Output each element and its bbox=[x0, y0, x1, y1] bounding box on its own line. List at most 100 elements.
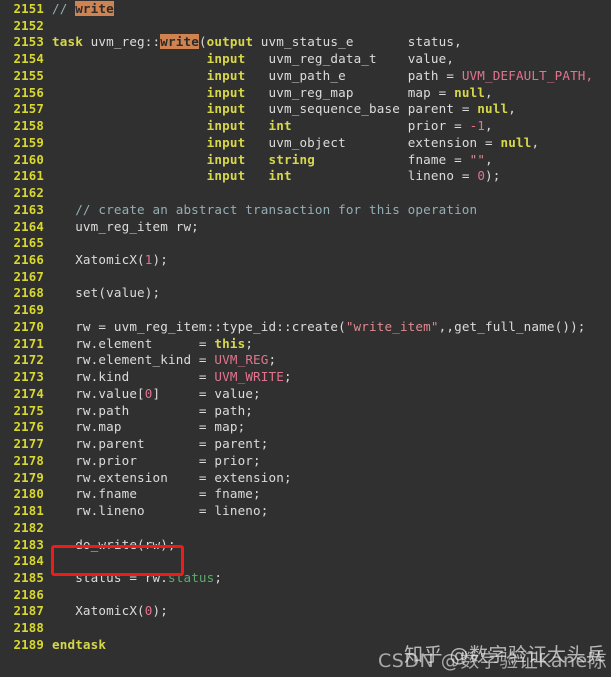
code-editor-pane[interactable]: 2151// write 2152 2153 task uvm_reg::writ… bbox=[0, 0, 611, 677]
line-number: 2162 bbox=[13, 185, 44, 201]
assign-rw-value-prefix: rw.value[ bbox=[75, 385, 145, 401]
close-paren-semicolon: ); bbox=[152, 603, 168, 619]
line-number: 2169 bbox=[13, 302, 44, 318]
code-line: 2164 uvm_reg_item rw; bbox=[0, 219, 611, 236]
number-one: 1 bbox=[144, 252, 153, 268]
code-line: 2163 // create an abstract transaction f… bbox=[0, 202, 611, 219]
semicolon: ; bbox=[268, 352, 277, 368]
line-content: status = rw.status; bbox=[44, 570, 222, 587]
line-number: 2168 bbox=[13, 285, 44, 301]
line-content: rw = uvm_reg_item::type_id::create("writ… bbox=[44, 319, 586, 336]
paren-semicolon: ); bbox=[485, 168, 501, 184]
arg-fname: fname = bbox=[314, 151, 470, 167]
code-line: 2152 bbox=[0, 18, 611, 35]
line-number: 2167 bbox=[13, 268, 44, 284]
code-line: 2178 rw.prior = prior; bbox=[0, 453, 611, 470]
constant-uvm-write: UVM_WRITE bbox=[214, 369, 284, 385]
line-content: input uvm_reg_data_t value, bbox=[44, 51, 454, 68]
code-line: 2184 bbox=[0, 553, 611, 570]
line-number: 2155 bbox=[13, 67, 44, 83]
keyword-input: input bbox=[206, 84, 246, 100]
member-status: status bbox=[168, 569, 215, 585]
code-line: 2173 rw.kind = UVM_WRITE; bbox=[0, 369, 611, 386]
code-line: 2174 rw.value[0] = value; bbox=[0, 386, 611, 403]
code-line: 2182 bbox=[0, 520, 611, 537]
line-number: 2184 bbox=[13, 553, 44, 569]
code-line: 2168 set(value); bbox=[0, 285, 611, 302]
line-content: set(value); bbox=[44, 285, 160, 302]
assign-rw-kind: rw.kind = bbox=[75, 369, 215, 385]
line-content: rw.parent = parent; bbox=[44, 436, 269, 453]
comment-token: // bbox=[52, 1, 76, 16]
close-paren-semicolon: ); bbox=[152, 252, 168, 268]
keyword-string: string bbox=[268, 151, 315, 167]
code-line: 2154 input uvm_reg_data_t value, bbox=[0, 51, 611, 68]
line-number: 2166 bbox=[13, 252, 44, 268]
code-line: 2159 input uvm_object extension = null, bbox=[0, 135, 611, 152]
code-line: 2151// write bbox=[0, 1, 611, 18]
code-line: 2162 bbox=[0, 185, 611, 202]
code-line: 2155 input uvm_path_e path = UVM_DEFAULT… bbox=[0, 68, 611, 85]
arg-prior: prior = bbox=[291, 118, 470, 134]
call-do-write: do_write(rw); bbox=[75, 536, 176, 552]
number-neg-one: -1 bbox=[469, 118, 486, 134]
line-number: 2185 bbox=[13, 569, 44, 585]
line-content: rw.element = this; bbox=[44, 336, 253, 353]
semicolon: ; bbox=[245, 335, 254, 351]
code-line: 2166 XatomicX(1); bbox=[0, 252, 611, 269]
arg-status: uvm_status_e status, bbox=[253, 34, 462, 50]
comma: , bbox=[508, 101, 516, 117]
search-highlight-write: write bbox=[75, 1, 114, 16]
line-number: 2163 bbox=[13, 201, 44, 217]
assign-rw-parent: rw.parent = parent; bbox=[75, 436, 269, 452]
code-line: 2156 input uvm_reg_map map = null, bbox=[0, 85, 611, 102]
line-number: 2159 bbox=[13, 134, 44, 150]
call-set-value: set(value); bbox=[75, 285, 161, 301]
assign-rw-path: rw.path = path; bbox=[75, 402, 254, 418]
paren: ( bbox=[198, 34, 207, 50]
keyword-null: null bbox=[500, 134, 532, 150]
code-line: 2170 rw = uvm_reg_item::type_id::create(… bbox=[0, 319, 611, 336]
line-number: 2175 bbox=[13, 402, 44, 418]
line-content: input int prior = -1, bbox=[44, 118, 493, 135]
assign-rw-prior: rw.prior = prior; bbox=[75, 452, 261, 468]
line-number: 2158 bbox=[13, 118, 44, 134]
arg-map: uvm_reg_map map = bbox=[245, 84, 455, 100]
number-zero: 0 bbox=[144, 603, 153, 619]
line-number: 2156 bbox=[13, 84, 44, 100]
string-empty: "" bbox=[469, 151, 486, 167]
assign-rw-element: rw.element = bbox=[75, 335, 215, 351]
line-content: XatomicX(1); bbox=[44, 252, 168, 269]
line-content: // create an abstract transaction for th… bbox=[44, 202, 477, 219]
keyword-input: input bbox=[206, 51, 246, 67]
line-number: 2164 bbox=[13, 218, 44, 234]
line-number: 2170 bbox=[13, 318, 44, 334]
line-content: input int lineno = 0); bbox=[44, 168, 501, 185]
semicolon: ; bbox=[283, 369, 292, 385]
arg-extension: uvm_object extension = bbox=[245, 134, 501, 150]
line-number: 2189 bbox=[13, 636, 44, 652]
code-line: 2185 status = rw.status; bbox=[0, 570, 611, 587]
arg-value: uvm_reg_data_t value, bbox=[245, 51, 455, 67]
assign-rw-map: rw.map = map; bbox=[75, 419, 246, 435]
code-line: 2160 input string fname = "", bbox=[0, 152, 611, 169]
rw-create-prefix: rw = uvm_reg_item::type_id::create( bbox=[75, 318, 346, 334]
line-content: endtask bbox=[44, 637, 106, 654]
arg-lineno: lineno = bbox=[291, 168, 478, 184]
line-content: rw.prior = prior; bbox=[44, 453, 261, 470]
code-line: 2179 rw.extension = extension; bbox=[0, 470, 611, 487]
assign-rw-element-kind: rw.element_kind = bbox=[75, 352, 215, 368]
line-number: 2179 bbox=[13, 469, 44, 485]
line-number: 2171 bbox=[13, 335, 44, 351]
arg-parent: uvm_sequence_base parent = bbox=[245, 101, 478, 117]
line-content: rw.path = path; bbox=[44, 403, 253, 420]
line-number: 2160 bbox=[13, 151, 44, 167]
line-number: 2181 bbox=[13, 503, 44, 519]
line-content: task uvm_reg::write(output uvm_status_e … bbox=[44, 34, 462, 51]
line-number: 2157 bbox=[13, 101, 44, 117]
declaration-rw: uvm_reg_item rw; bbox=[75, 218, 199, 234]
number-zero: 0 bbox=[477, 168, 486, 184]
line-number: 2161 bbox=[13, 168, 44, 184]
keyword-int: int bbox=[268, 168, 292, 184]
keyword-input: input bbox=[206, 67, 246, 83]
